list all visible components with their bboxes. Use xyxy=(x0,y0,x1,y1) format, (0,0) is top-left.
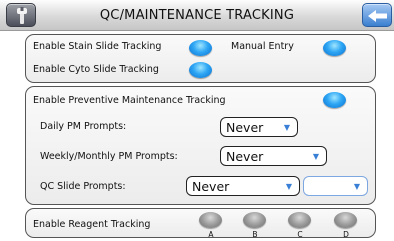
stain-slide-tracking-toggle[interactable] xyxy=(189,40,212,56)
chevron-down-icon: ▼ xyxy=(312,152,319,161)
reagent-slot-b-toggle[interactable] xyxy=(243,212,266,228)
qc-slide-prompts-label: QC Slide Prompts: xyxy=(40,181,126,192)
reagent-tracking-label: Enable Reagent Tracking xyxy=(33,219,151,230)
chevron-down-icon: ▼ xyxy=(353,182,360,191)
manual-entry-toggle[interactable] xyxy=(323,40,346,56)
chevron-down-icon: ▼ xyxy=(283,123,290,132)
reagent-slot-a-letter: A xyxy=(208,230,214,239)
pm-tracking-label: Enable Preventive Maintenance Tracking xyxy=(33,95,226,106)
qc-slide-prompts-dropdown[interactable]: Never ▼ xyxy=(186,176,300,196)
reagent-slot-c-toggle[interactable] xyxy=(288,212,311,228)
cyto-slide-tracking-toggle[interactable] xyxy=(189,62,212,78)
stain-slide-tracking-label: Enable Stain Slide Tracking xyxy=(33,41,162,52)
daily-pm-prompts-dropdown[interactable]: Never ▼ xyxy=(220,117,298,137)
reagent-slot-d-letter: D xyxy=(343,230,349,239)
qc-slide-prompts-value: Never xyxy=(192,179,230,194)
chevron-down-icon: ▼ xyxy=(285,182,292,191)
title-bar: QC/MAINTENANCE TRACKING xyxy=(0,0,394,31)
reagent-slot-b-letter: B xyxy=(252,230,258,239)
qc-slide-secondary-dropdown[interactable]: ▼ xyxy=(303,176,368,196)
reagent-slot-c-letter: C xyxy=(297,230,303,239)
manual-entry-label: Manual Entry xyxy=(231,41,294,52)
daily-pm-prompts-value: Never xyxy=(226,120,264,135)
back-button[interactable] xyxy=(362,3,392,27)
cyto-slide-tracking-label: Enable Cyto Slide Tracking xyxy=(33,64,159,75)
weekly-pm-prompts-dropdown[interactable]: Never ▼ xyxy=(220,146,327,166)
weekly-pm-prompts-label: Weekly/Monthly PM Prompts: xyxy=(40,151,178,162)
daily-pm-prompts-label: Daily PM Prompts: xyxy=(40,121,127,132)
page-title: QC/MAINTENANCE TRACKING xyxy=(99,8,295,23)
reagent-slot-a-toggle[interactable] xyxy=(199,212,222,228)
back-arrow-icon xyxy=(368,10,387,22)
weekly-pm-prompts-value: Never xyxy=(226,149,264,164)
reagent-slot-d-toggle[interactable] xyxy=(334,212,357,228)
pm-tracking-toggle[interactable] xyxy=(323,92,346,108)
